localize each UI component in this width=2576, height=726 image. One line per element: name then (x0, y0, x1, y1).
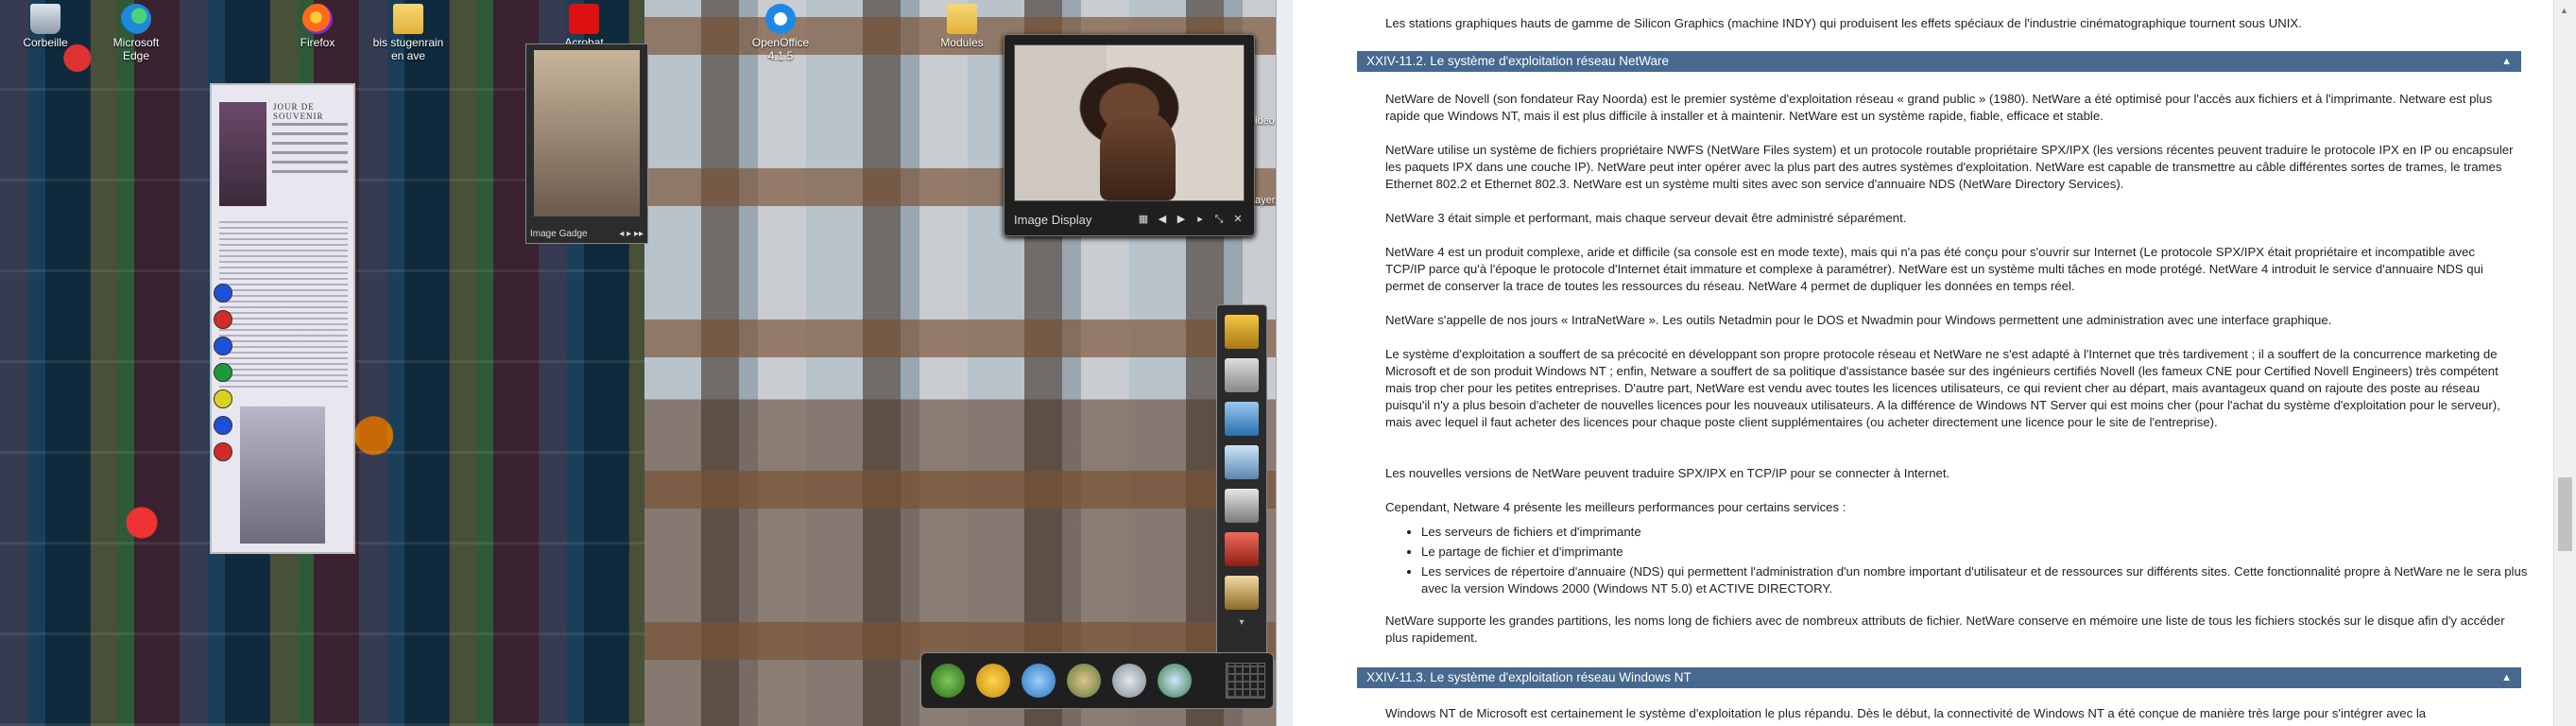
poster-text-line (272, 161, 348, 164)
scrollbar-thumb[interactable] (2558, 477, 2572, 551)
gallery-icon[interactable]: ▦ (1137, 213, 1150, 226)
paragraph: NetWare utilise un système de fichiers p… (1385, 143, 2514, 191)
folder-icon (947, 4, 977, 34)
image-display-toolbar: Image Display ▦ ◀ ▶ ▸ ⤡ ✕ (1014, 209, 1245, 230)
paragraph: NetWare 4 est un produit complexe, aride… (1385, 245, 2483, 293)
section-title: XXIV-11.2. Le système d'exploitation rés… (1366, 54, 1669, 68)
gadget-sidebar: ▾ (1216, 304, 1267, 666)
launcher-users-icon[interactable] (1067, 664, 1101, 698)
sidebar-gadget-calendar-icon[interactable] (1225, 489, 1259, 523)
blue-orb-icon (214, 284, 232, 302)
sidebar-gadget-gallery-icon[interactable] (1225, 402, 1259, 436)
section-title: XXIV-11.3. Le système d'exploitation rés… (1366, 670, 1692, 684)
paragraph: NetWare supporte les grandes partitions,… (1385, 614, 2505, 645)
scroll-up-icon[interactable]: ▲ (2560, 6, 2568, 15)
desktop-icon-folder[interactable]: bis stugenrain en ave (370, 4, 446, 62)
play-icon[interactable]: ▶ (1175, 213, 1188, 226)
edge-icon (121, 4, 151, 34)
firefox-icon (302, 4, 333, 34)
desktop-icon-recycle-bin[interactable]: Corbeille (8, 4, 83, 49)
launcher-documents-icon[interactable] (1112, 664, 1146, 698)
launcher-smiley-icon[interactable] (976, 664, 1010, 698)
poster-text-line (272, 123, 348, 126)
gadget-nav-icon[interactable]: ◂ ▸ ▸▸ (619, 229, 644, 239)
list-item: Le partage de fichier et d'imprimante (1421, 544, 2534, 561)
poster-text-line (272, 170, 348, 173)
paragraph: NetWare s'appelle de nos jours « IntraNe… (1385, 313, 2332, 327)
launcher-app-icon[interactable] (931, 664, 965, 698)
sidebar-gadget-red-icon[interactable] (1225, 532, 1259, 566)
poster-text-line (272, 132, 348, 135)
sidebar-gadget-display-icon[interactable] (1225, 445, 1259, 479)
image-gadget-small[interactable]: Image Gadge ◂ ▸ ▸▸ (525, 43, 648, 244)
sidebar-gadget-photo-icon[interactable] (1225, 576, 1259, 610)
desktop-label-player: ayer (1255, 195, 1276, 206)
red-orb-icon (214, 310, 232, 329)
green-orb-icon (214, 363, 232, 382)
section-header-windows-nt[interactable]: XXIV-11.3. Le système d'exploitation rés… (1357, 667, 2521, 688)
paragraph: NetWare de Novell (son fondateur Ray Noo… (1385, 92, 2493, 123)
folder-icon (393, 4, 423, 34)
section-header-netware[interactable]: XXIV-11.2. Le système d'exploitation rés… (1357, 51, 2521, 72)
color-orb-stack (214, 284, 232, 469)
close-icon[interactable]: ✕ (1231, 213, 1245, 226)
poster-photo (240, 406, 325, 544)
image-display-gadget[interactable]: Image Display ▦ ◀ ▶ ▸ ⤡ ✕ (1004, 34, 1255, 236)
collapse-icon[interactable]: ▲ (2501, 667, 2512, 688)
next-icon[interactable]: ▸ (1194, 213, 1207, 226)
list-item: Les serveurs de fichiers et d'imprimante (1421, 524, 2534, 541)
launcher-grid-icon[interactable] (1226, 663, 1265, 699)
services-list: Les serveurs de fichiers et d'imprimante… (1404, 524, 2534, 600)
collapse-icon[interactable]: ▲ (2501, 51, 2512, 72)
pdf-icon (569, 4, 599, 34)
image-display-photo (1014, 44, 1245, 201)
launcher-settings-icon[interactable] (1158, 664, 1192, 698)
vertical-scrollbar[interactable]: ▲ (2553, 0, 2576, 726)
launcher-bar (920, 652, 1274, 709)
sidebar-gadget-creator-icon[interactable] (1225, 315, 1259, 349)
gadget-image (534, 50, 640, 216)
blue-orb-icon (214, 337, 232, 355)
paragraph: Les nouvelles versions de NetWare peuven… (1385, 466, 1950, 480)
desktop-icon-openoffice[interactable]: OpenOffice 4.1.5 (743, 4, 818, 62)
resize-icon[interactable]: ⤡ (1212, 213, 1226, 226)
document-content: Les stations graphiques hauts de gamme d… (1293, 0, 2554, 726)
red-orb-icon (214, 442, 232, 461)
desktop-label-video: ideo (1255, 115, 1275, 127)
intro-paragraph: Les stations graphiques hauts de gamme d… (1385, 16, 2302, 30)
paragraph: Windows NT de Microsoft est certainement… (1385, 706, 2427, 720)
image-display-caption: Image Display (1014, 212, 1092, 227)
recycle-bin-icon (30, 4, 60, 34)
window-edge (1276, 0, 1293, 726)
sidebar-scroll-down-icon[interactable]: ▾ (1217, 617, 1266, 628)
desktop: Corbeille Microsoft Edge Firefox bis stu… (0, 0, 1293, 726)
paragraph: NetWare 3 était simple et performant, ma… (1385, 211, 1907, 225)
gadget-controls: Image Gadge ◂ ▸ ▸▸ (530, 229, 644, 239)
previous-icon[interactable]: ◀ (1156, 213, 1169, 226)
desktop-icon-modules[interactable]: Modules (924, 4, 1000, 49)
blue-orb-icon (214, 416, 232, 435)
paragraph: Le système d'exploitation a souffert de … (1385, 347, 2500, 429)
paragraph: Cependant, Netware 4 présente les meille… (1385, 500, 1846, 514)
desktop-icon-edge[interactable]: Microsoft Edge (98, 4, 174, 62)
sidebar-gadget-tools-icon[interactable] (1225, 358, 1259, 392)
yellow-orb-icon (214, 389, 232, 408)
poster-body-text (219, 217, 348, 388)
list-item: Les services de répertoire d'annuaire (N… (1421, 563, 2534, 597)
poster-title: JOUR DE SOUVENIR (273, 102, 324, 121)
poster-portrait-image (219, 102, 266, 206)
openoffice-icon (765, 4, 796, 34)
launcher-network-icon[interactable] (1022, 664, 1056, 698)
poster-text-line (272, 151, 348, 154)
poster-text-line (272, 142, 348, 145)
desktop-icon-firefox[interactable]: Firefox (280, 4, 355, 49)
document-pane: Les stations graphiques hauts de gamme d… (1293, 0, 2576, 726)
